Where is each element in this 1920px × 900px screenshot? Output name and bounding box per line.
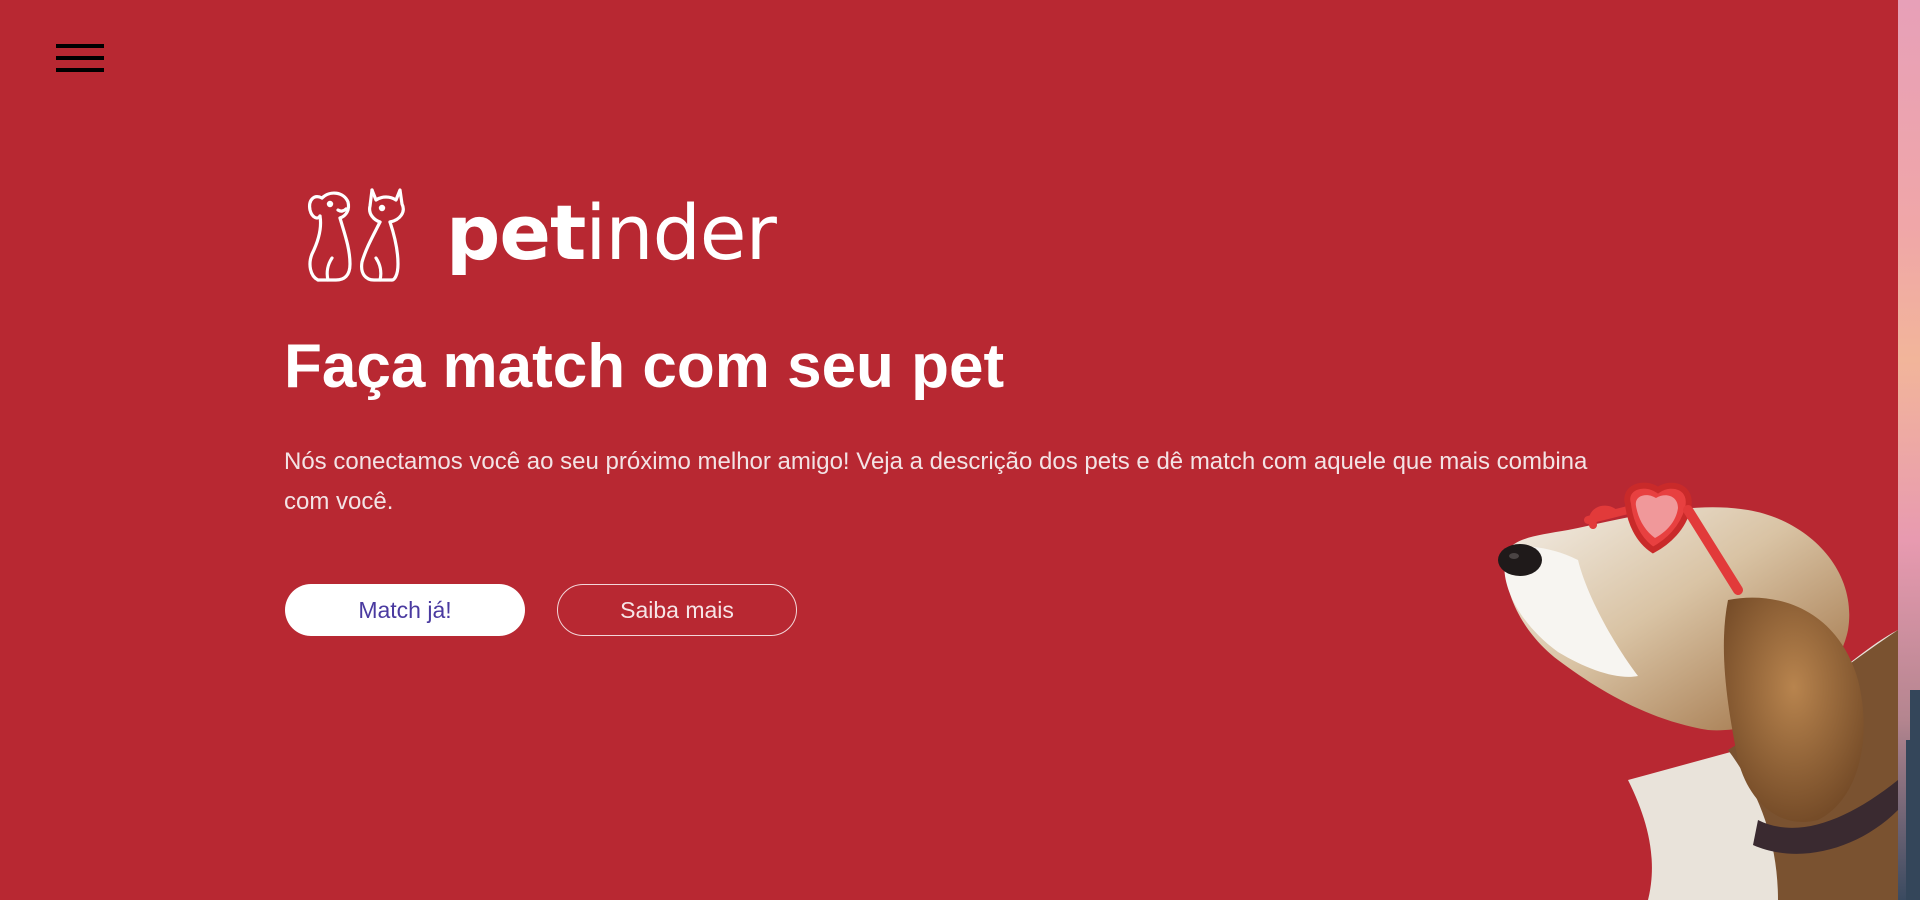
hero-subtitle: Nós conectamos você ao seu próximo melho…	[284, 448, 1588, 515]
match-now-button[interactable]: Match já!	[285, 584, 525, 636]
learn-more-button[interactable]: Saiba mais	[557, 584, 797, 636]
brand-name-regular: inder	[585, 188, 777, 277]
dog-and-cat-icon	[308, 188, 405, 282]
hero-title: Faça match com seu pet	[284, 332, 1005, 401]
brand-name-bold: pet	[446, 188, 586, 277]
landing-page: petinder Faça match com seu pet Nós cone…	[0, 0, 1920, 900]
brand-logo[interactable]: petinder	[300, 176, 777, 286]
beagle-hero-image	[1498, 482, 1898, 900]
background-photo-edge	[1898, 0, 1920, 900]
brand-name: petinder	[446, 191, 777, 271]
hamburger-menu-icon[interactable]	[56, 44, 104, 80]
